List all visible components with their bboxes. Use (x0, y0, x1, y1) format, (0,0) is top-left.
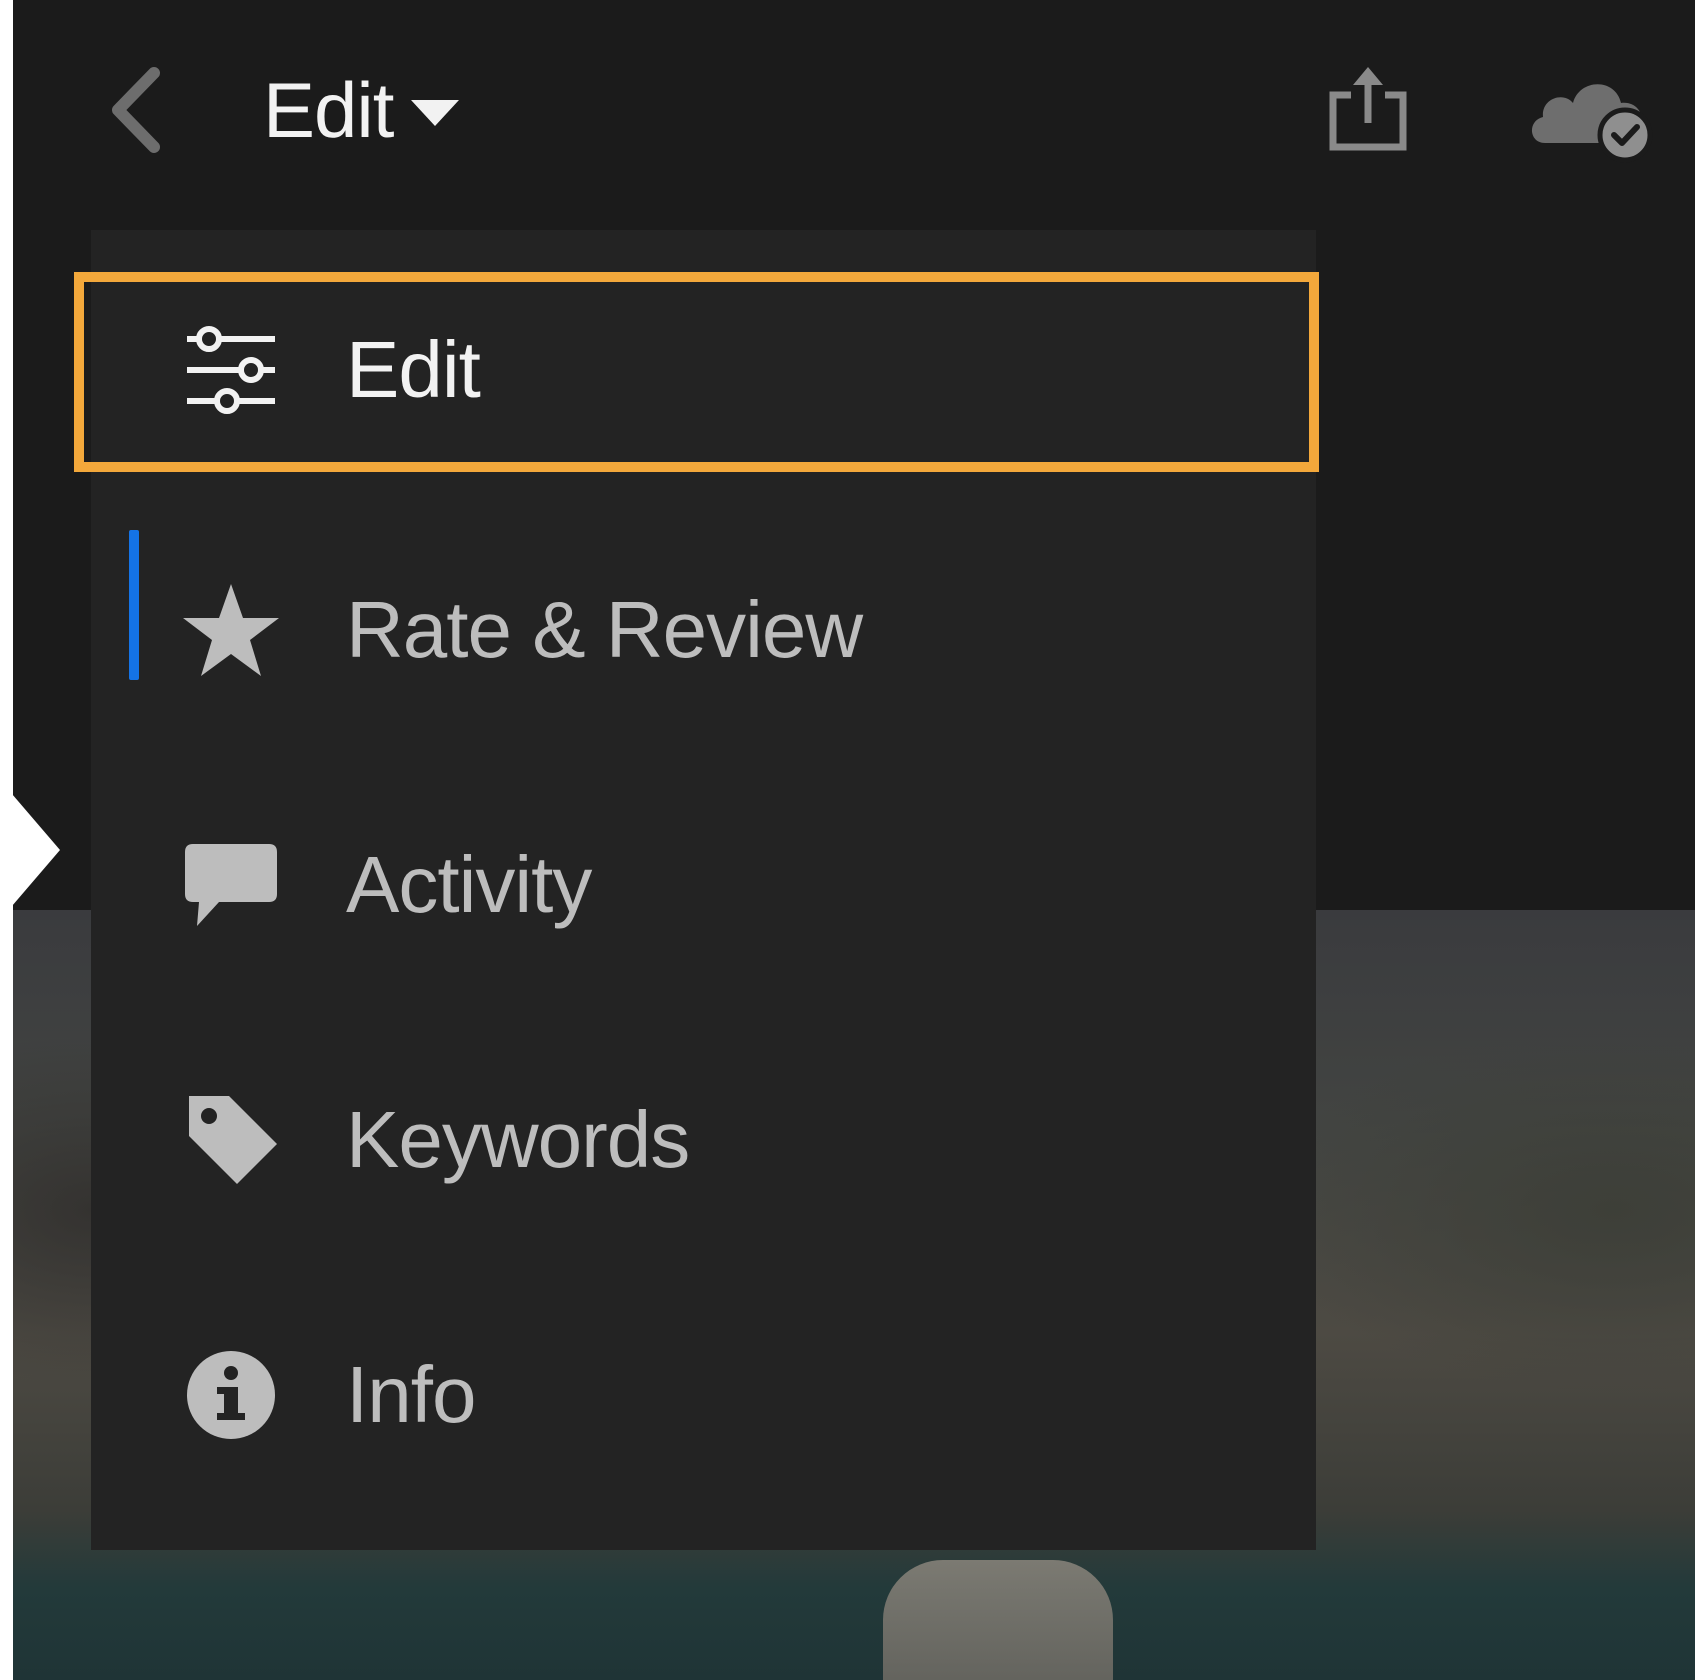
mode-title: Edit (263, 65, 394, 154)
caret-down-icon (411, 100, 460, 126)
share-icon (1329, 67, 1407, 151)
sliders-icon (181, 320, 281, 420)
menu-item-label: Info (346, 1350, 476, 1439)
dropdown-menu: Edit Rate & Review Activity Keywords Inf… (91, 230, 1316, 1550)
menu-item-keywords[interactable]: Keywords (91, 1040, 1316, 1240)
menu-item-label: Rate & Review (346, 585, 863, 674)
tag-icon (181, 1090, 281, 1190)
top-bar: Edit (13, 0, 1695, 230)
menu-item-label: Keywords (346, 1095, 690, 1184)
back-button[interactable] (91, 55, 181, 165)
menu-item-edit[interactable]: Edit (91, 270, 1316, 470)
share-button[interactable] (1313, 55, 1423, 165)
cloud-synced-icon (1531, 84, 1653, 163)
info-icon (181, 1345, 281, 1445)
comment-icon (181, 835, 281, 935)
photo-subject (883, 1560, 1113, 1680)
menu-item-rate-review[interactable]: Rate & Review (91, 530, 1316, 730)
star-icon (181, 580, 281, 680)
menu-item-label: Activity (346, 840, 592, 929)
menu-item-label: Edit (346, 325, 481, 414)
menu-item-activity[interactable]: Activity (91, 785, 1316, 985)
popover-pointer (0, 780, 60, 920)
menu-item-info[interactable]: Info (91, 1295, 1316, 1495)
cloud-sync-button[interactable] (1518, 60, 1668, 170)
chevron-left-icon (112, 67, 160, 153)
mode-dropdown[interactable]: Edit (263, 60, 460, 160)
